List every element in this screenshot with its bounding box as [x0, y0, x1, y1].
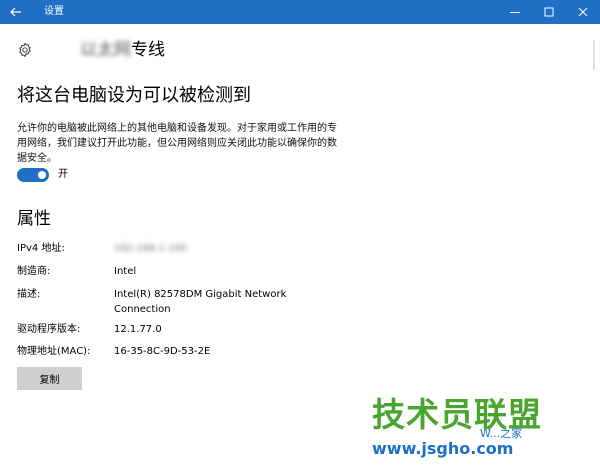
maximize-icon — [544, 7, 554, 17]
property-label-ipv4: IPv4 地址: — [17, 243, 65, 254]
close-button[interactable] — [566, 0, 600, 24]
property-value-description: Intel(R) 82578DM Gigabit Network Connect… — [114, 289, 287, 315]
discoverable-toggle[interactable] — [17, 168, 49, 182]
title-bar: 设置 — [0, 0, 600, 24]
property-value-ipv4: 192.168.1.100 — [114, 243, 188, 254]
watermark: 技术员联盟 W...之家 www.jsgho.com — [372, 395, 598, 463]
scrollbar-indicator[interactable] — [592, 40, 596, 70]
back-button[interactable] — [0, 0, 32, 24]
property-value-manufacturer: Intel — [114, 266, 137, 277]
discoverable-description: 允许你的电脑被此网络上的其他电脑和设备发现。对于家用或工作用的专用网络，我们建议… — [17, 123, 337, 164]
discoverable-heading: 将这台电脑设为可以被检测到 — [17, 85, 251, 106]
property-value-mac: 16-35-8C-9D-53-2E — [114, 346, 211, 357]
close-icon — [578, 7, 588, 17]
page-title-obscured: 以太网 — [80, 40, 131, 60]
watermark-url: www.jsgho.com — [372, 439, 514, 458]
property-label-description: 描述: — [17, 289, 41, 300]
copy-button[interactable]: 复制 — [17, 367, 82, 390]
back-arrow-icon — [10, 7, 21, 17]
page-title: 以太网专线 — [80, 38, 165, 62]
property-label-manufacturer: 制造商: — [17, 266, 51, 277]
properties-heading: 属性 — [17, 209, 51, 229]
minimize-icon — [510, 12, 520, 13]
minimize-button[interactable] — [498, 0, 532, 24]
page-title-visible: 专线 — [131, 40, 165, 60]
property-label-mac: 物理地址(MAC): — [17, 346, 91, 357]
maximize-button[interactable] — [532, 0, 566, 24]
window-title: 设置 — [44, 6, 64, 17]
property-value-driver-version: 12.1.77.0 — [114, 324, 162, 335]
toggle-knob — [38, 171, 46, 179]
gear-icon — [19, 42, 31, 58]
toggle-state-label: 开 — [58, 169, 68, 180]
property-label-driver-version: 驱动程序版本: — [17, 324, 81, 335]
